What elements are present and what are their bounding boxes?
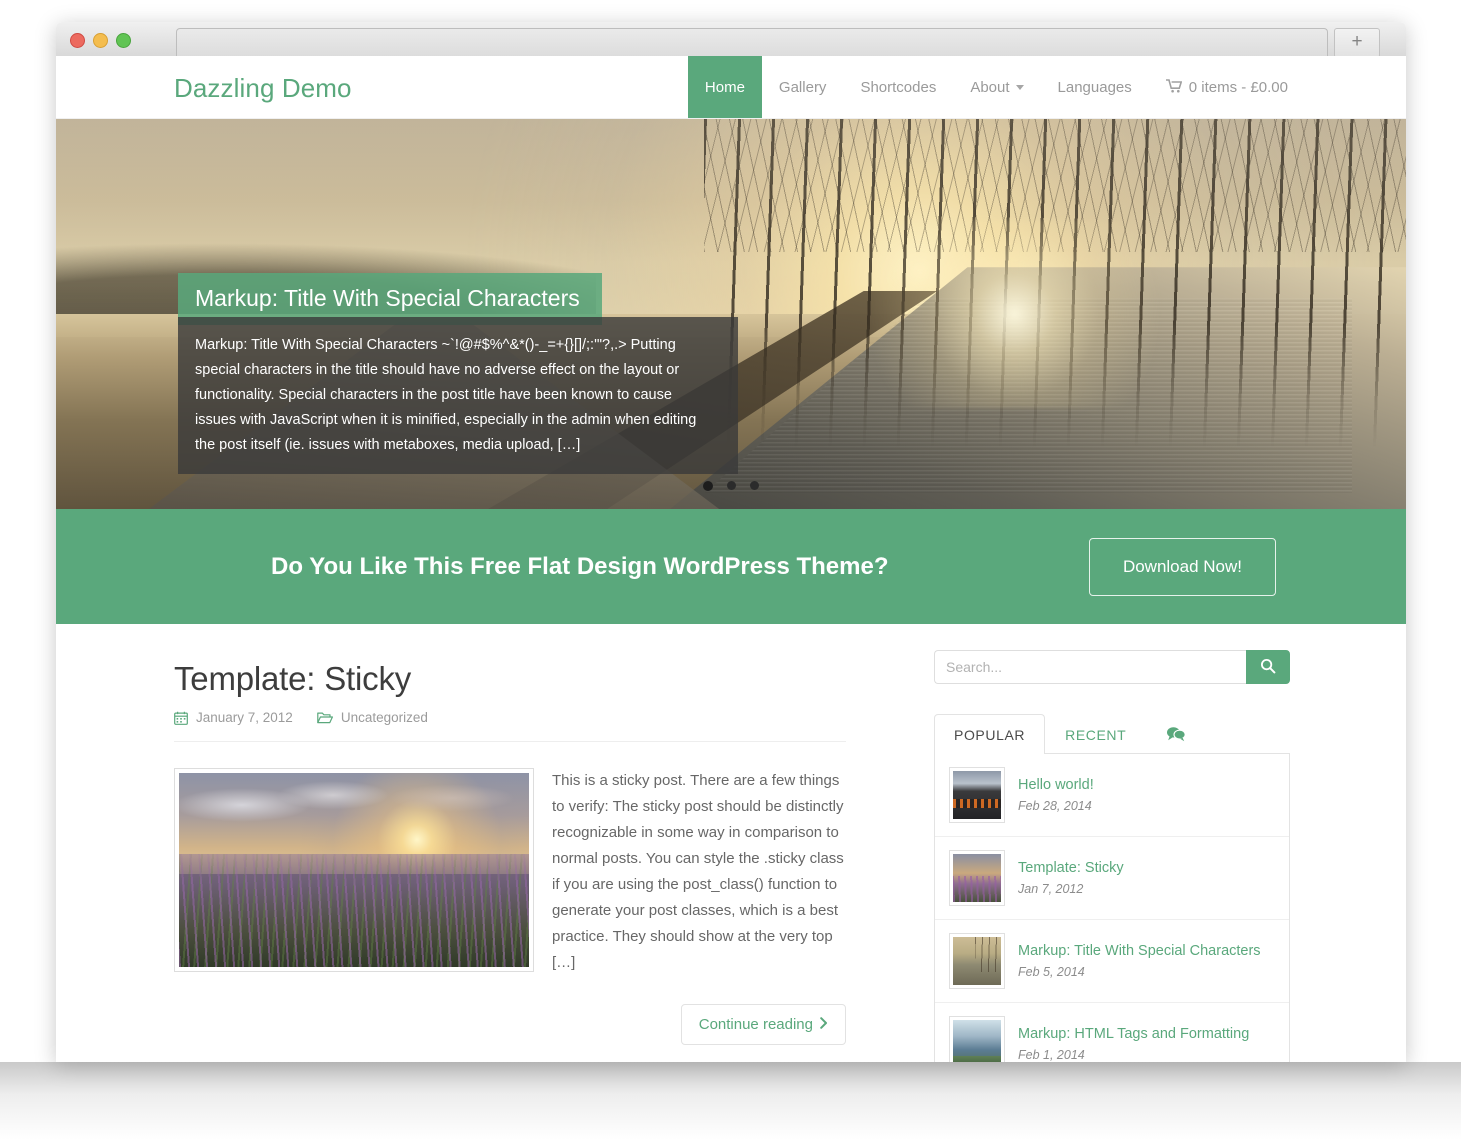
nav-item-shortcodes-label: Shortcodes: [860, 78, 937, 96]
main-column: Template: Sticky January 7, 2012 Uncateg…: [174, 660, 846, 1045]
hero-slide-excerpt: Markup: Title With Special Characters ~`…: [178, 317, 738, 475]
chevron-right-icon: [820, 1016, 828, 1033]
sidebar-tabs: POPULAR RECENT: [934, 714, 1290, 754]
window-drop-shadow: [0, 1062, 1461, 1140]
calendar-icon: [174, 711, 188, 725]
browser-window: + Dazzling Demo Home Gallery Shortcodes: [56, 22, 1406, 1062]
list-item[interactable]: Markup: Title With Special Characters Fe…: [935, 920, 1289, 1003]
browser-tabstrip: +: [176, 28, 1406, 58]
cart-label: 0 items - £0.00: [1188, 78, 1288, 96]
list-item-thumbnail: [949, 850, 1005, 906]
new-tab-button[interactable]: +: [1334, 28, 1380, 58]
lavender-clouds: [179, 776, 529, 847]
template-sticky-thumb-image: [953, 854, 1001, 902]
markup-html-tags-thumb-image: [953, 1020, 1001, 1062]
markup-special-chars-thumb-image: [953, 937, 1001, 985]
nav-item-languages-label: Languages: [1057, 78, 1132, 96]
list-item-title[interactable]: Markup: HTML Tags and Formatting: [1018, 1026, 1249, 1042]
post-date: January 7, 2012: [196, 710, 293, 725]
folder-open-icon: [317, 711, 333, 724]
shopping-cart-icon: [1165, 79, 1183, 97]
tab-recent[interactable]: RECENT: [1045, 714, 1146, 754]
slider-dot-3[interactable]: [750, 481, 759, 490]
slider-pagination: [56, 481, 1406, 491]
hello-world-thumb-image: [953, 771, 1001, 819]
list-item-thumbnail: [949, 1016, 1005, 1062]
list-item-meta: Markup: HTML Tags and Formatting Feb 1, …: [1018, 1026, 1249, 1062]
cta-banner: Do You Like This Free Flat Design WordPr…: [56, 509, 1406, 624]
close-window-button[interactable]: [70, 33, 85, 48]
post-title[interactable]: Template: Sticky: [174, 660, 846, 698]
list-item-meta: Template: Sticky Jan 7, 2012: [1018, 860, 1124, 896]
list-item-meta: Hello world! Feb 28, 2014: [1018, 777, 1094, 813]
continue-reading-label: Continue reading: [698, 1015, 813, 1033]
minimize-window-button[interactable]: [93, 33, 108, 48]
nav-item-languages[interactable]: Languages: [1041, 56, 1149, 118]
nav-item-about[interactable]: About: [953, 56, 1040, 118]
list-item[interactable]: Markup: HTML Tags and Formatting Feb 1, …: [935, 1003, 1289, 1062]
window-traffic-lights: [70, 33, 131, 48]
main-navigation: Home Gallery Shortcodes About Languages: [687, 56, 1288, 118]
search-input[interactable]: [934, 650, 1246, 684]
list-item-date: Feb 5, 2014: [1018, 965, 1085, 979]
nav-item-about-label: About: [970, 78, 1010, 96]
popular-posts-panel: Hello world! Feb 28, 2014 Template: Stic…: [934, 754, 1290, 1062]
nav-item-shortcodes[interactable]: Shortcodes: [843, 56, 953, 118]
continue-reading-button[interactable]: Continue reading: [680, 1003, 846, 1045]
list-item-title[interactable]: Hello world!: [1018, 777, 1094, 793]
list-item-date: Feb 1, 2014: [1018, 1048, 1085, 1062]
hero-slider[interactable]: Markup: Title With Special Characters Ma…: [56, 119, 1406, 509]
nav-item-gallery[interactable]: Gallery: [762, 56, 844, 118]
post-category[interactable]: Uncategorized: [341, 710, 428, 725]
list-item-title[interactable]: Template: Sticky: [1018, 860, 1124, 876]
cta-headline: Do You Like This Free Flat Design WordPr…: [271, 552, 889, 580]
search-submit-button[interactable]: [1246, 650, 1290, 684]
post-excerpt: This is a sticky post. There are a few t…: [552, 772, 844, 971]
tab-popular[interactable]: POPULAR: [934, 714, 1046, 754]
lavender-stalks: [179, 854, 529, 967]
lavender-field-photo: [179, 773, 529, 967]
list-item-meta: Markup: Title With Special Characters Fe…: [1018, 943, 1261, 979]
list-item-thumbnail: [949, 767, 1005, 823]
site-brand[interactable]: Dazzling Demo: [174, 73, 352, 104]
nav-item-home-label: Home: [704, 78, 745, 96]
post-body: This is a sticky post. There are a few t…: [174, 768, 846, 1045]
post-text-column: This is a sticky post. There are a few t…: [552, 768, 846, 1045]
slider-dot-1[interactable]: [703, 481, 713, 491]
screenshot-root: + Dazzling Demo Home Gallery Shortcodes: [0, 0, 1461, 1140]
post-featured-image[interactable]: [174, 768, 534, 972]
list-item-date: Feb 28, 2014: [1018, 799, 1092, 813]
browser-titlebar: +: [56, 22, 1406, 58]
slider-dot-2[interactable]: [727, 481, 736, 490]
search-icon: [1260, 658, 1276, 677]
list-item[interactable]: Hello world! Feb 28, 2014: [935, 754, 1289, 837]
list-item[interactable]: Template: Sticky Jan 7, 2012: [935, 837, 1289, 920]
site-header: Dazzling Demo Home Gallery Shortcodes Ab…: [56, 56, 1406, 119]
search-form: [934, 650, 1290, 684]
nav-item-gallery-label: Gallery: [778, 78, 827, 96]
sidebar: POPULAR RECENT: [934, 650, 1290, 1062]
browser-tab[interactable]: [176, 28, 1328, 57]
continue-reading-wrap: Continue reading: [552, 1003, 846, 1045]
list-item-thumbnail: [949, 933, 1005, 989]
page-viewport: Dazzling Demo Home Gallery Shortcodes Ab…: [56, 56, 1406, 1062]
content-area: Template: Sticky January 7, 2012 Uncateg…: [56, 624, 1406, 1062]
maximize-window-button[interactable]: [116, 33, 131, 48]
chevron-down-icon: [1015, 84, 1024, 90]
list-item-title[interactable]: Markup: Title With Special Characters: [1018, 943, 1261, 959]
nav-item-cart[interactable]: 0 items - £0.00: [1149, 56, 1288, 118]
list-item-date: Jan 7, 2012: [1018, 882, 1084, 896]
nav-item-home[interactable]: Home: [687, 56, 762, 118]
post-meta: January 7, 2012 Uncategorized: [174, 710, 846, 742]
download-now-button[interactable]: Download Now!: [1088, 537, 1276, 596]
tab-comments[interactable]: [1146, 715, 1206, 754]
comments-icon: [1166, 727, 1187, 745]
